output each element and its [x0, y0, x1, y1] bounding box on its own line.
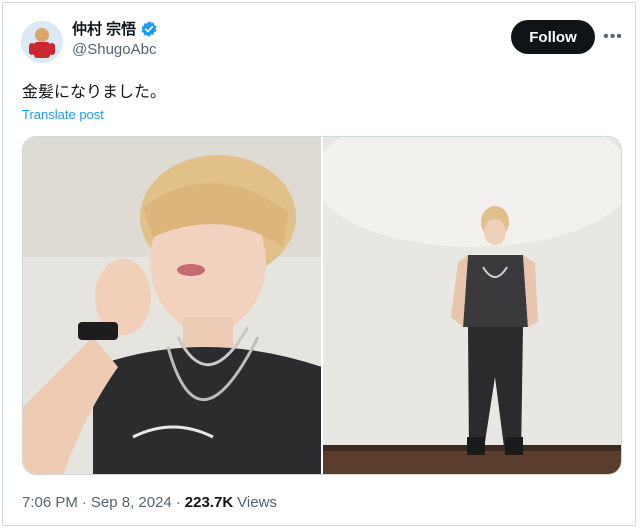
- display-name[interactable]: 仲村 宗悟: [72, 18, 136, 39]
- more-horizontal-icon[interactable]: •••: [601, 25, 625, 49]
- author-handle[interactable]: @ShugoAbc: [72, 41, 156, 58]
- avatar-image: [21, 21, 63, 63]
- post-time[interactable]: 7:06 PM: [22, 494, 78, 511]
- photo-full-body-image: [323, 137, 621, 474]
- post-text: 金髪になりました。: [22, 84, 167, 101]
- follow-button[interactable]: Follow: [511, 20, 595, 54]
- media-photo-2[interactable]: [323, 137, 621, 474]
- photo-closeup-image: [23, 137, 321, 474]
- views-count: 223.7K: [184, 494, 234, 511]
- translate-post-link[interactable]: Translate post: [22, 107, 104, 122]
- post-card: 仲村 宗悟 @ShugoAbc Follow ••• 金髪になりました。 Tra…: [2, 2, 636, 526]
- views-label: Views: [237, 494, 277, 511]
- post-date[interactable]: Sep 8, 2024: [91, 494, 172, 511]
- media-photo-1[interactable]: [23, 137, 321, 474]
- verified-badge-icon: [140, 20, 158, 38]
- post-meta: 7:06 PM · Sep 8, 2024 · 223.7K Views: [22, 494, 277, 511]
- avatar[interactable]: [21, 21, 63, 63]
- meta-separator: ·: [81, 494, 87, 511]
- author-name-row: 仲村 宗悟: [72, 18, 158, 39]
- post-media-grid: [22, 136, 622, 475]
- meta-separator: ·: [175, 494, 181, 511]
